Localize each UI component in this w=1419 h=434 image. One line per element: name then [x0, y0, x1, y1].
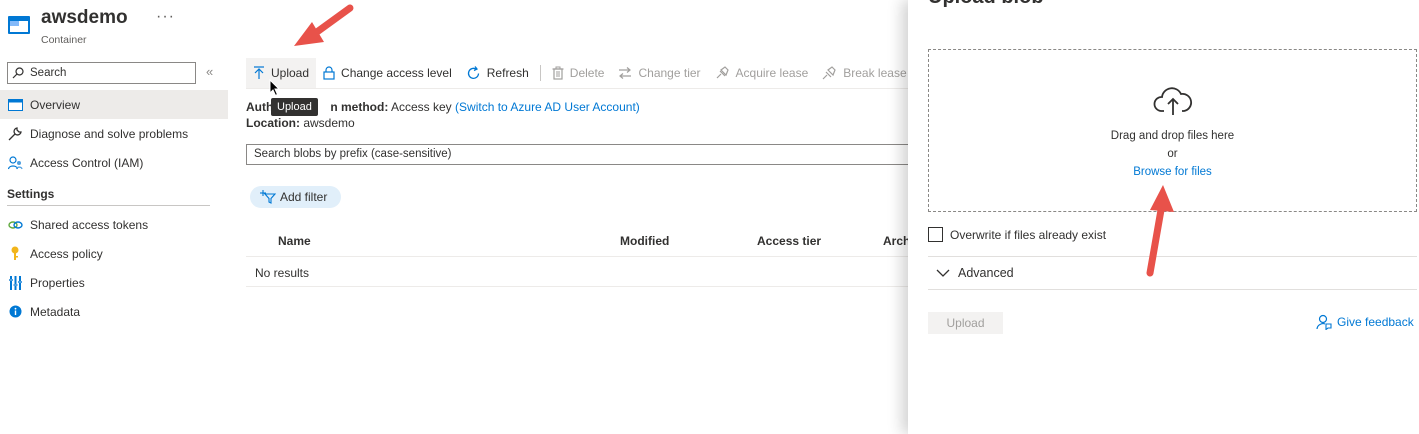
- sidebar-item-label: Access policy: [30, 246, 103, 261]
- file-drop-zone[interactable]: Drag and drop files here or Browse for f…: [928, 49, 1417, 212]
- link-icon: [7, 217, 23, 233]
- break-lease-label: Break lease: [843, 66, 907, 80]
- chevron-down-icon: [936, 269, 950, 277]
- section-divider: [7, 205, 210, 206]
- change-access-level-label: Change access level: [341, 66, 452, 80]
- settings-section-header: Settings: [7, 187, 55, 201]
- sidebar-item-label: Shared access tokens: [30, 217, 149, 232]
- sidebar-item-access-policy[interactable]: Access policy: [0, 239, 228, 268]
- refresh-icon: [467, 65, 479, 79]
- auth-label-left: Auth: [246, 100, 274, 114]
- refresh-button[interactable]: Refresh: [459, 58, 536, 88]
- panel-divider: [928, 289, 1417, 290]
- table-header-divider: [246, 256, 908, 257]
- location-line: Location: awsdemo: [246, 116, 355, 130]
- sidebar-item-overview[interactable]: Overview: [0, 90, 228, 119]
- container-icon: [8, 16, 30, 34]
- table-bottom-divider: [246, 286, 908, 287]
- upload-submit-button[interactable]: Upload: [928, 312, 1003, 334]
- sidebar-nav: Overview Diagnose and solve problems Acc…: [0, 90, 228, 326]
- command-bar: Upload Change access level Refresh Delet…: [246, 58, 914, 88]
- search-placeholder: Search: [30, 67, 67, 79]
- overview-icon: [7, 97, 23, 113]
- location-value: awsdemo: [303, 116, 355, 130]
- upload-pointer-arrow: [294, 4, 354, 46]
- info-icon: [7, 304, 23, 320]
- blade-header: awsdemo ··· Container: [0, 0, 240, 52]
- refresh-label: Refresh: [486, 66, 529, 80]
- upload-tooltip: Upload: [271, 98, 318, 116]
- overwrite-checkbox[interactable]: [928, 227, 943, 242]
- switch-auth-link[interactable]: (Switch to Azure AD User Account): [455, 100, 640, 114]
- acquire-lease-label: Acquire lease: [735, 66, 809, 80]
- auth-label-right: n method:: [330, 100, 389, 114]
- upload-button-label: Upload: [271, 66, 310, 80]
- wrench-icon: [7, 126, 23, 142]
- acquire-lease-button[interactable]: Acquire lease: [708, 58, 816, 88]
- overwrite-checkbox-row[interactable]: Overwrite if files already exist: [928, 227, 1106, 242]
- break-lease-button[interactable]: Break lease: [815, 58, 913, 88]
- people-icon: [7, 155, 23, 171]
- column-header-modified[interactable]: Modified: [620, 234, 669, 248]
- add-filter-button[interactable]: Add filter: [250, 186, 342, 208]
- panel-divider: [928, 256, 1417, 257]
- key-icon: [7, 246, 23, 262]
- toolbar-separator: [539, 65, 541, 81]
- column-header-access-tier[interactable]: Access tier: [757, 234, 821, 248]
- search-icon: [12, 67, 24, 79]
- sidebar-item-access-control[interactable]: Access Control (IAM): [0, 148, 228, 177]
- cloud-upload-icon: [1153, 87, 1192, 115]
- give-feedback-link[interactable]: Give feedback: [1316, 314, 1414, 330]
- sidebar-item-shared-access-tokens[interactable]: Shared access tokens: [0, 210, 228, 239]
- empty-state-text: No results: [255, 266, 310, 280]
- swap-arrows-icon: [619, 67, 632, 79]
- mouse-pointer-icon: [269, 79, 281, 97]
- advanced-label: Advanced: [958, 266, 1014, 280]
- trash-icon: [552, 66, 564, 80]
- blob-prefix-search-input[interactable]: Search blobs by prefix (case-sensitive): [246, 144, 916, 165]
- feedback-person-icon: [1316, 314, 1332, 330]
- lease-icon: [716, 66, 729, 79]
- give-feedback-label: Give feedback: [1337, 315, 1414, 329]
- toolbar-divider: [246, 88, 908, 89]
- sidebar-item-label: Access Control (IAM): [30, 155, 144, 170]
- delete-button[interactable]: Delete: [545, 58, 612, 88]
- sidebar-item-diagnose[interactable]: Diagnose and solve problems: [0, 119, 228, 148]
- add-filter-label: Add filter: [280, 190, 328, 204]
- sidebar-item-label: Diagnose and solve problems: [30, 126, 189, 141]
- resource-type-label: Container: [41, 34, 87, 46]
- panel-title: Upload blob: [928, 0, 1044, 9]
- menu-search-input[interactable]: Search: [7, 62, 196, 84]
- change-tier-label: Change tier: [638, 66, 701, 80]
- collapse-menu-button[interactable]: «: [206, 64, 213, 79]
- lock-icon: [323, 66, 335, 80]
- overwrite-label: Overwrite if files already exist: [950, 227, 1107, 242]
- sidebar-item-label: Properties: [30, 275, 85, 290]
- page-title: awsdemo: [41, 7, 128, 28]
- sidebar-item-properties[interactable]: Properties: [0, 268, 228, 297]
- more-options-button[interactable]: ···: [156, 8, 175, 26]
- filter-add-icon: [260, 190, 276, 204]
- location-label: Location:: [246, 116, 300, 130]
- auth-method-value: Access key: [391, 100, 452, 114]
- column-header-name[interactable]: Name: [278, 234, 311, 248]
- properties-icon: [7, 275, 23, 291]
- break-lease-icon: [822, 66, 836, 80]
- delete-label: Delete: [569, 66, 605, 80]
- change-tier-button[interactable]: Change tier: [611, 58, 707, 88]
- browse-for-files-link[interactable]: Browse for files: [1133, 166, 1212, 178]
- upload-blob-panel: Upload blob Drag and drop files here or …: [908, 0, 1419, 434]
- sidebar-item-metadata[interactable]: Metadata: [0, 297, 228, 326]
- upload-arrow-icon: [254, 66, 264, 79]
- drop-instructions: Drag and drop files here: [1110, 130, 1235, 142]
- upload-button[interactable]: Upload: [246, 58, 317, 88]
- sidebar-item-label: Metadata: [30, 304, 81, 319]
- drop-or-text: or: [1167, 148, 1178, 160]
- advanced-expander[interactable]: Advanced: [936, 266, 1014, 280]
- sidebar-item-label: Overview: [30, 97, 81, 112]
- change-access-level-button[interactable]: Change access level: [316, 58, 459, 88]
